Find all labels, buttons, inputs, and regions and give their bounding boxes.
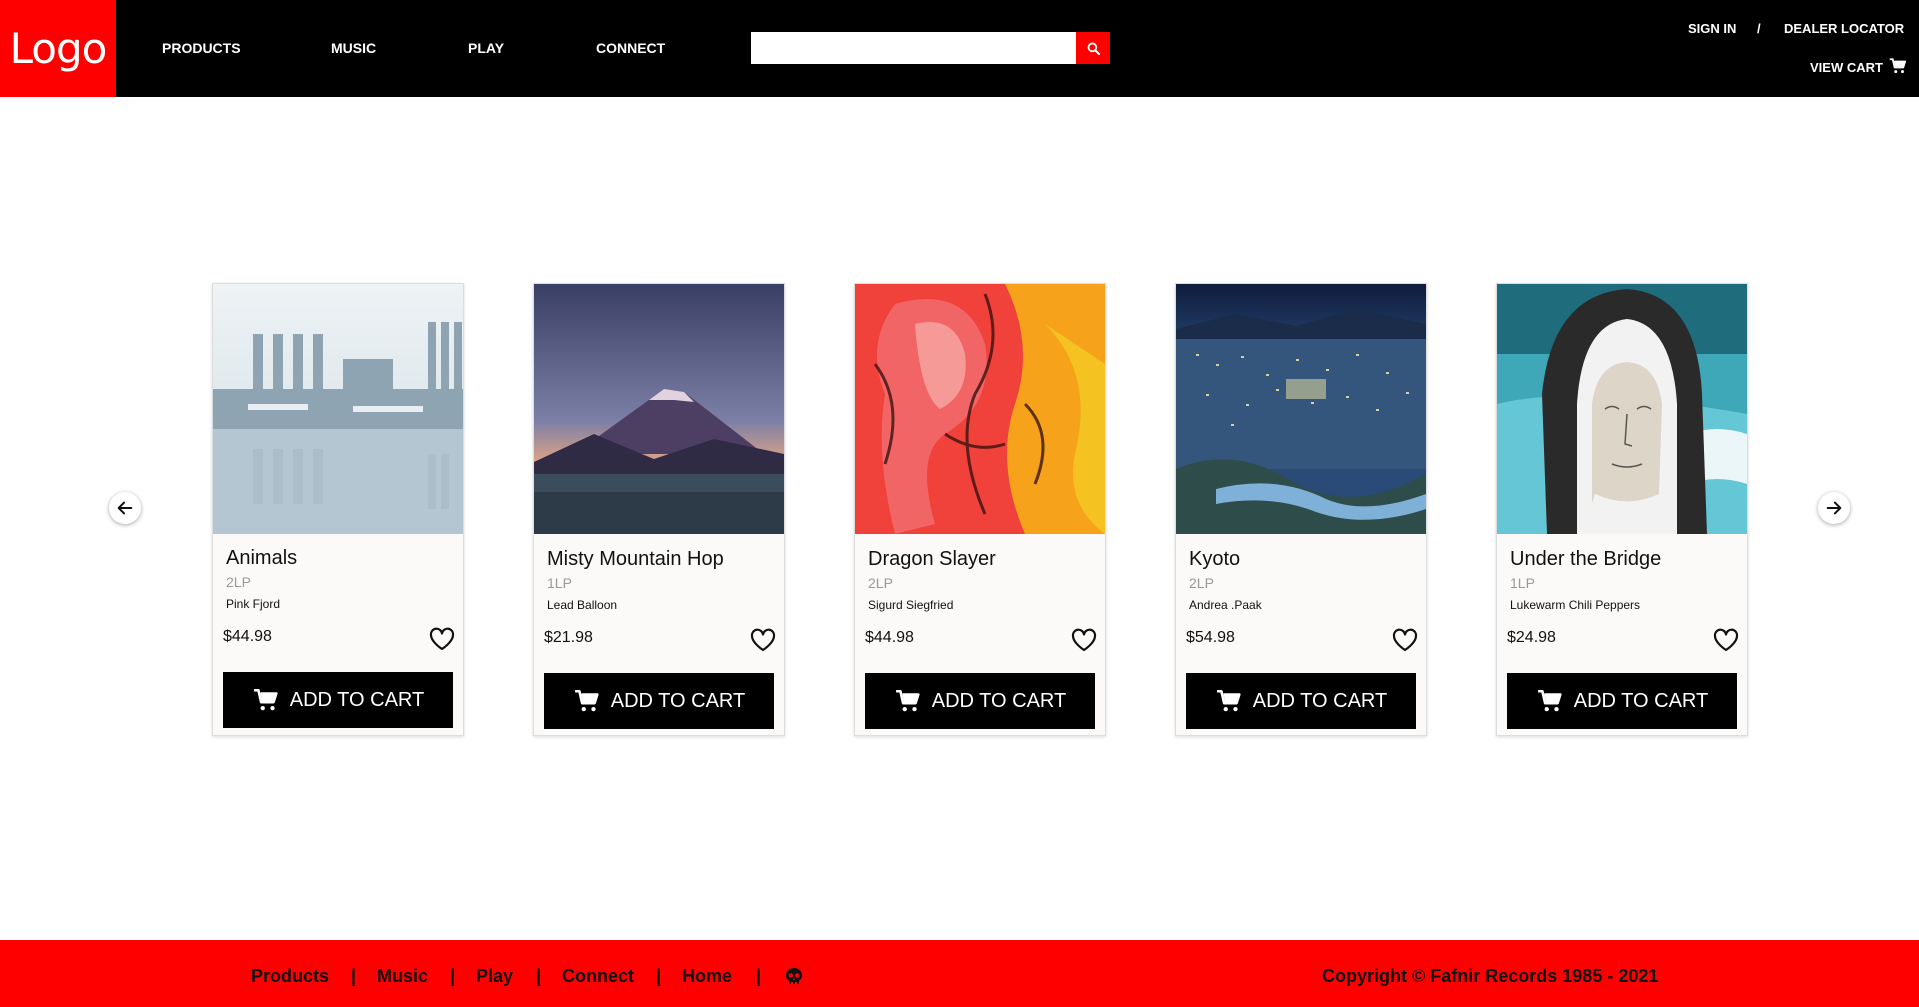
footer-separator: | (536, 966, 542, 986)
product-card[interactable]: Dragon Slayer 2LP Sigurd Siegfried $44.9… (854, 283, 1106, 736)
add-to-cart-button[interactable]: ADD TO CART (544, 673, 774, 729)
cart-icon (1537, 689, 1562, 712)
product-format: 2LP (226, 574, 251, 590)
product-title[interactable]: Misty Mountain Hop (547, 548, 724, 571)
add-to-cart-label: ADD TO CART (289, 688, 425, 711)
product-card[interactable]: Under the Bridge 1LP Lukewarm Chili Pepp… (1496, 283, 1748, 736)
album-art[interactable] (1497, 284, 1747, 534)
add-to-cart-button[interactable]: ADD TO CART (223, 672, 453, 728)
product-price: $21.98 (544, 629, 593, 646)
album-art[interactable] (855, 284, 1105, 534)
cart-icon (1216, 689, 1241, 712)
product-artist: Pink Fjord (226, 597, 281, 611)
product-format: 1LP (547, 575, 572, 591)
search-input[interactable] (751, 32, 1076, 64)
add-to-cart-label: ADD TO CART (1252, 689, 1388, 712)
product-price: $44.98 (865, 629, 914, 646)
cart-icon (253, 688, 278, 711)
album-art[interactable] (534, 284, 784, 534)
cart-icon (574, 689, 599, 712)
footer-link-play[interactable]: Play (476, 966, 513, 987)
footer-separator: | (656, 966, 662, 986)
product-title[interactable]: Under the Bridge (1510, 548, 1661, 571)
footer-link-connect[interactable]: Connect (562, 966, 634, 987)
product-price: $54.98 (1186, 629, 1235, 646)
product-artist: Lukewarm Chili Peppers (1510, 598, 1641, 612)
search-button[interactable] (1076, 32, 1110, 64)
heart-icon[interactable] (1713, 628, 1739, 652)
product-card[interactable]: Animals 2LP Pink Fjord $44.98 ADD TO CAR… (212, 283, 464, 736)
copyright-text: Copyright © Fafnir Records 1985 - 2021 (1322, 966, 1659, 986)
footer-separator: | (450, 966, 456, 986)
arrow-left-icon (117, 501, 133, 515)
product-price: $44.98 (223, 628, 272, 645)
heart-icon[interactable] (1392, 628, 1418, 652)
footer-link-home[interactable]: Home (682, 966, 732, 987)
product-card[interactable]: Misty Mountain Hop 1LP Lead Balloon $21.… (533, 283, 785, 736)
product-carousel: Animals 2LP Pink Fjord $44.98 ADD TO CAR… (0, 97, 1919, 940)
nav-play[interactable]: PLAY (468, 40, 504, 56)
heart-icon[interactable] (1071, 628, 1097, 652)
skull-icon[interactable] (784, 967, 804, 987)
header: Logo PRODUCTS MUSIC PLAY CONNECT SIGN IN… (0, 0, 1919, 97)
nav-connect[interactable]: CONNECT (596, 40, 665, 56)
product-title[interactable]: Animals (226, 547, 297, 570)
add-to-cart-label: ADD TO CART (1573, 689, 1709, 712)
arrow-right-icon (1826, 501, 1842, 515)
product-format: 2LP (868, 575, 893, 591)
product-card[interactable]: Kyoto 2LP Andrea .Paak $54.98 ADD TO CAR… (1175, 283, 1427, 736)
cart-icon (895, 689, 920, 712)
footer-link-products[interactable]: Products (251, 966, 329, 987)
nav-products[interactable]: PRODUCTS (162, 40, 241, 56)
heart-icon[interactable] (429, 627, 455, 651)
search-icon (1087, 42, 1100, 55)
album-art[interactable] (1176, 284, 1426, 534)
footer-link-music[interactable]: Music (377, 966, 428, 987)
product-title[interactable]: Dragon Slayer (868, 548, 996, 571)
sign-in-link[interactable]: SIGN IN (1688, 21, 1736, 36)
product-format: 2LP (1189, 575, 1214, 591)
product-title[interactable]: Kyoto (1189, 548, 1240, 571)
album-art[interactable] (213, 284, 463, 534)
nav-music[interactable]: MUSIC (331, 40, 376, 56)
dealer-locator-link[interactable]: DEALER LOCATOR (1784, 21, 1904, 36)
product-artist: Andrea .Paak (1189, 598, 1262, 612)
add-to-cart-label: ADD TO CART (931, 689, 1067, 712)
product-price: $24.98 (1507, 629, 1556, 646)
footer-separator: | (756, 966, 762, 986)
add-to-cart-button[interactable]: ADD TO CART (1186, 673, 1416, 729)
product-artist: Lead Balloon (547, 598, 618, 612)
add-to-cart-button[interactable]: ADD TO CART (1507, 673, 1737, 729)
add-to-cart-button[interactable]: ADD TO CART (865, 673, 1095, 729)
header-separator: / (1757, 21, 1761, 36)
add-to-cart-label: ADD TO CART (610, 689, 746, 712)
view-cart-link[interactable]: VIEW CART (1810, 60, 1883, 75)
product-artist: Sigurd Siegfried (868, 598, 954, 612)
heart-icon[interactable] (750, 628, 776, 652)
carousel-prev-button[interactable] (109, 492, 141, 524)
product-format: 1LP (1510, 575, 1535, 591)
logo[interactable]: Logo (0, 0, 116, 97)
footer-separator: | (351, 966, 357, 986)
cart-icon[interactable] (1889, 57, 1907, 75)
carousel-next-button[interactable] (1818, 492, 1850, 524)
footer: Products | Music | Play | Connect | Home… (0, 940, 1919, 1007)
